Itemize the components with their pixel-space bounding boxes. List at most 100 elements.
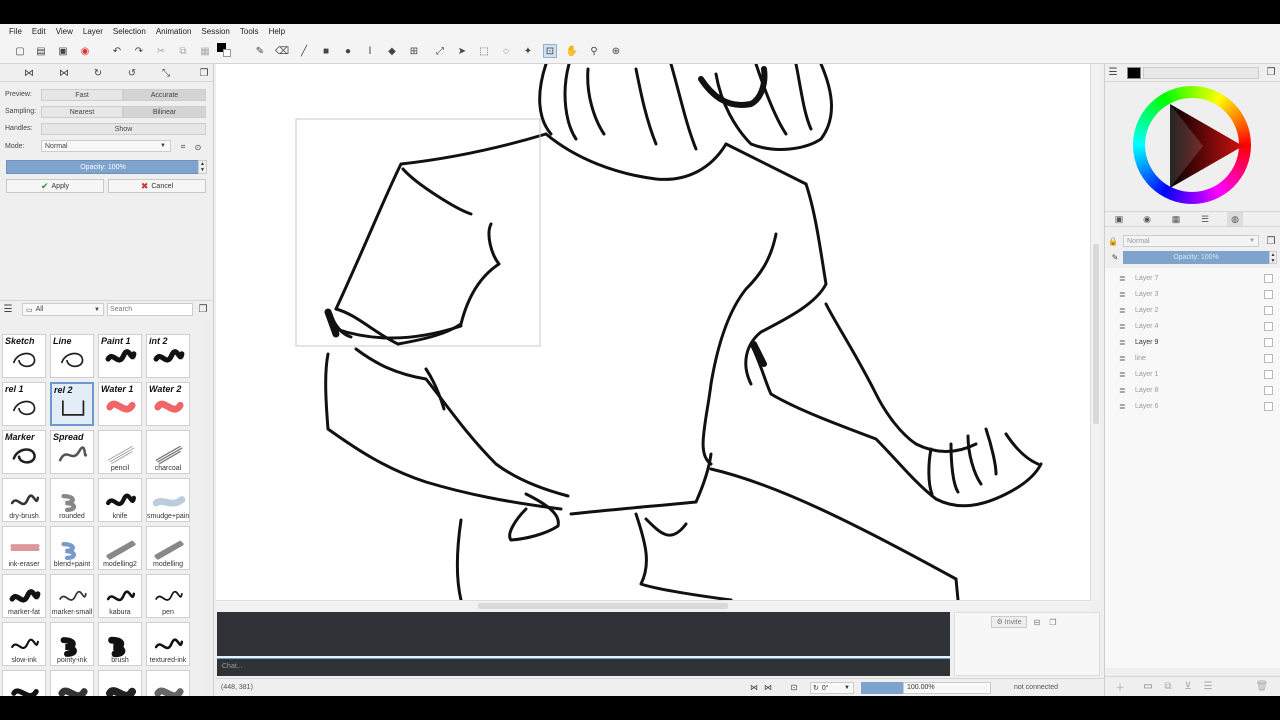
rotate-cw-icon[interactable]: ↻ [91,66,105,80]
brush-preset[interactable]: blend+paint [50,526,94,570]
brush-preset[interactable]: Water 2 [146,382,190,426]
open-icon[interactable]: ▤ [34,44,48,58]
rotate-view-icon[interactable]: ⊡ [788,681,800,693]
transform-icon[interactable]: ⊡ [543,44,557,58]
add-layer-icon[interactable]: ＋ [1113,680,1127,694]
lasso-select-icon[interactable]: ◌ [499,44,513,58]
layer-row[interactable]: ≣ Layer 6 [1119,398,1279,414]
brush-preset[interactable]: coarse-bulk-1 [146,670,190,696]
brush-preset[interactable]: marker-fat [2,574,46,618]
canvas-vscrollbar[interactable] [1090,64,1100,600]
layer-visibility-checkbox[interactable] [1264,401,1273,411]
line-tool-icon[interactable]: ╱ [297,44,311,58]
navigator-tab-icon[interactable]: ◍ [1227,212,1243,226]
brush-preset[interactable]: slow-ink [2,622,46,666]
layer-row[interactable]: ≣ Layer 1 [1119,366,1279,382]
mode-select[interactable]: Normal ▼ [41,140,171,152]
brush-preset[interactable]: ink-eraser [2,526,46,570]
paste-icon[interactable]: ▦ [198,44,212,58]
brush-preset[interactable]: Water 1 [98,382,142,426]
layer-visibility-checkbox[interactable] [1264,369,1273,379]
layer-edit-icon[interactable]: ✎ [1109,251,1121,263]
preview-fast-button[interactable]: Fast [41,89,123,101]
layer-row[interactable]: ≣ Layer 9 [1119,334,1279,350]
layer-visibility-checkbox[interactable] [1264,353,1273,363]
invite-button[interactable]: ⚙ Invite [991,616,1027,628]
new-icon[interactable]: ▢ [13,44,27,58]
save-icon[interactable]: ▣ [56,44,70,58]
brush-preset[interactable]: Sketch [2,334,46,378]
palette-tab-icon[interactable]: ▦ [1168,212,1184,226]
zoom-slider[interactable] [861,682,903,694]
menu-layer[interactable]: Layer [78,27,108,36]
layer-row[interactable]: ≣ Layer 3 [1119,286,1279,302]
brush-preset[interactable]: Spread [50,430,94,474]
preview-accurate-button[interactable]: Accurate [123,89,206,101]
menu-session[interactable]: Session [196,27,234,36]
brush-preset[interactable]: pencil [98,430,142,474]
layer-visibility-checkbox[interactable] [1264,305,1273,315]
zoom-input[interactable]: 100.00% [903,682,991,694]
color-sliders-tab-icon[interactable]: ▣ [1111,212,1127,226]
sampling-nearest-button[interactable]: Nearest [41,106,123,118]
color-triangle[interactable] [1133,86,1251,204]
record-icon[interactable]: ◉ [78,44,92,58]
brush-preset[interactable]: modelling2 [98,526,142,570]
zoom-icon[interactable]: ⚲ [587,44,601,58]
menu-file[interactable]: File [4,27,27,36]
menu-tools[interactable]: Tools [235,27,264,36]
layer-row[interactable]: ≣ Layer 7 [1119,270,1279,286]
flip-view-icon[interactable]: ⋈ [748,681,760,693]
brush-search-input[interactable] [107,303,193,316]
brush-scrollbar[interactable] [204,318,213,696]
dock-float-icon[interactable]: ❐ [1265,235,1277,247]
menu-edit[interactable]: Edit [27,27,51,36]
layer-row[interactable]: ≣ Layer 8 [1119,382,1279,398]
cancel-button[interactable]: ✖ Cancel [108,179,206,193]
layer-visibility-checkbox[interactable] [1264,337,1273,347]
copy-icon[interactable]: ⧉ [176,44,190,58]
brush-preset[interactable]: textured-ink [146,622,190,666]
brush-preset[interactable]: modelling [146,526,190,570]
brush-preset[interactable]: rel 1 [2,382,46,426]
brush-preset[interactable]: coarse-bulk-3 [50,670,94,696]
color-wheel-tab-icon[interactable]: ◉ [1139,212,1155,226]
brush-preset[interactable]: smudge+paint [146,478,190,522]
flip-v-icon[interactable]: ⋈ [57,66,71,80]
annotation-tool-icon[interactable]: ⊞ [407,44,421,58]
undo-icon[interactable]: ↶ [110,44,124,58]
sampling-bilinear-button[interactable]: Bilinear [123,106,206,118]
add-group-icon[interactable]: ▭ [1141,680,1155,692]
brush-preset[interactable]: Marker [2,430,46,474]
brush-preset[interactable]: rel 2 [50,382,94,426]
opacity-spinner[interactable]: ▲ ▼ [198,160,207,174]
brush-preset[interactable]: marker-small [50,574,94,618]
brush-preset[interactable]: charcoal [146,430,190,474]
fill-tool-icon[interactable]: ◆ [385,44,399,58]
dock-float-icon[interactable]: ❐ [197,66,211,80]
menu-animation[interactable]: Animation [151,27,197,36]
canvas-hscrollbar[interactable] [216,600,1090,610]
layer-row[interactable]: ≣ Layer 2 [1119,302,1279,318]
brush-preset[interactable]: Paint 1 [98,334,142,378]
brush-preset[interactable]: pen [146,574,190,618]
layer-opacity-spinner[interactable]: ▲ ▼ [1269,251,1277,264]
fit-icon[interactable]: ⤡ [159,66,173,80]
layer-visibility-checkbox[interactable] [1264,385,1273,395]
layer-opacity-slider[interactable]: Opacity: 100% [1123,251,1269,264]
cut-icon[interactable]: ✂ [154,44,168,58]
duplicate-layer-icon[interactable]: ⧉ [1161,680,1175,692]
layer-visibility-checkbox[interactable] [1264,321,1273,331]
flip-h-icon[interactable]: ⋈ [22,66,36,80]
dock-float-icon[interactable]: ❐ [1265,66,1277,78]
brush-preset[interactable]: Line [50,334,94,378]
current-color-swatch[interactable] [1127,67,1141,79]
hscroll-thumb[interactable] [478,603,728,609]
pan-icon[interactable]: ✋ [565,44,579,58]
text-tool-icon[interactable]: Ⅰ [363,44,377,58]
merge-layer-icon[interactable]: ⊻ [1181,680,1195,692]
rect-select-icon[interactable]: ⬚ [477,44,491,58]
brush-preset[interactable]: brush [98,622,142,666]
brush-preset[interactable]: pointy-ink [50,622,94,666]
brush-filter-select[interactable]: ▭ All ▼ [22,303,104,316]
